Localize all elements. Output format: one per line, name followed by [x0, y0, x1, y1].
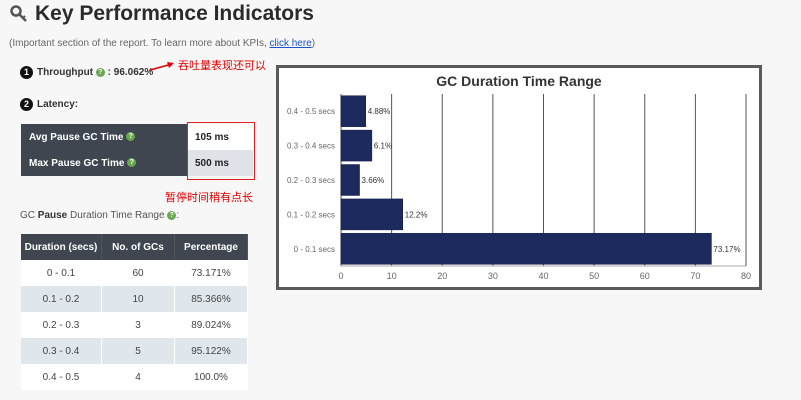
help-icon[interactable]: ?	[127, 158, 137, 168]
y-category-label: 0.3 - 0.4 secs	[287, 142, 335, 151]
table-row: 0.2 - 0.3 3 89.024%	[21, 312, 248, 338]
x-tick-label: 10	[387, 271, 397, 281]
throughput-row: 1 Throughput ? : 96.062%	[20, 66, 153, 79]
y-category-label: 0.4 - 0.5 secs	[287, 107, 335, 116]
chart-title: GC Duration Time Range	[436, 73, 602, 89]
step-number-2: 2	[20, 98, 33, 111]
y-category-label: 0.2 - 0.3 secs	[287, 176, 335, 185]
help-icon[interactable]: ?	[95, 68, 105, 77]
x-tick-label: 50	[589, 271, 599, 281]
column-header: Percentage	[174, 234, 248, 260]
gc-duration-table: Duration (secs) No. of GCs Percentage 0 …	[21, 234, 248, 390]
column-header: Duration (secs)	[21, 234, 102, 260]
subtitle-close: )	[311, 38, 316, 49]
bar-data-label: 4.88%	[368, 107, 391, 116]
throughput-label: Throughput	[37, 67, 94, 79]
gc-duration-chart: GC Duration Time Range 0 10 20 30 40 50 60 70 80 0…	[276, 65, 762, 290]
table-cell: 0.2 - 0.3	[21, 312, 102, 338]
table-row: 0.1 - 0.2 10 85.366%	[21, 286, 248, 312]
gc-range-heading: GC Pause Duration Time Range ?:	[20, 210, 180, 221]
table-cell: 4	[101, 364, 175, 390]
table-cell: 0.3 - 0.4	[21, 338, 102, 364]
table-cell: 5	[101, 338, 175, 364]
table-cell: 0.1 - 0.2	[21, 286, 102, 312]
x-tick-label: 60	[640, 271, 650, 281]
table-cell: 0 - 0.1	[21, 260, 102, 286]
gc-range-prefix: GC	[20, 210, 35, 221]
avg-pause-label-cell: Avg Pause GC Time ?	[21, 124, 187, 150]
max-pause-label-cell: Max Pause GC Time ?	[21, 150, 187, 176]
bar	[340, 233, 712, 265]
table-cell: 0.4 - 0.5	[21, 364, 102, 390]
table-cell: 89.024%	[174, 312, 248, 338]
y-category-label: 0 - 0.1 secs	[294, 245, 335, 254]
gc-range-bold: Pause	[37, 210, 68, 221]
table-row: 0.4 - 0.5 4 100.0%	[21, 364, 248, 390]
max-pause-label: Max Pause GC Time	[29, 157, 125, 169]
x-tick-label: 70	[690, 271, 700, 281]
latency-annotation: 暂停时间稍有点长	[165, 191, 253, 204]
table-cell: 85.366%	[174, 286, 248, 312]
page-subtitle: (Important section of the report. To lea…	[9, 38, 315, 49]
bar	[340, 164, 360, 196]
avg-pause-label: Avg Pause GC Time	[29, 131, 124, 143]
table-row: 0.3 - 0.4 5 95.122%	[21, 338, 248, 364]
table-cell: 3	[101, 312, 175, 338]
latency-row: 2 Latency:	[20, 98, 78, 111]
table-row: 0 - 0.1 60 73.171%	[21, 260, 248, 286]
x-tick-label: 0	[338, 271, 343, 281]
subtitle-text: (Important section of the report. To lea…	[9, 38, 267, 49]
gc-range-suffix: Duration Time Range	[70, 210, 165, 221]
key-icon	[10, 5, 27, 22]
highlight-box	[187, 122, 255, 180]
x-tick-label: 30	[488, 271, 498, 281]
bar-data-label: 73.17%	[713, 245, 740, 254]
step-number-1: 1	[20, 66, 33, 79]
column-header: No. of GCs	[101, 234, 175, 260]
bar-data-label: 12.2%	[405, 210, 428, 219]
table-cell: 73.171%	[174, 260, 248, 286]
page-title-row: Key Performance Indicators	[9, 2, 314, 26]
page-title: Key Performance Indicators	[35, 2, 314, 25]
bar-data-label: 6.1%	[374, 142, 392, 151]
bar-data-label: 3.66%	[362, 176, 385, 185]
kpi-help-link[interactable]: click here	[270, 38, 312, 49]
bar	[340, 198, 404, 231]
table-cell: 95.122%	[174, 338, 248, 364]
throughput-annotation: 吞吐量表现还可以	[178, 59, 266, 72]
help-icon[interactable]: ?	[126, 132, 136, 142]
x-tick-label: 20	[437, 271, 447, 281]
x-tick-label: 40	[538, 271, 548, 281]
table-cell: 60	[101, 260, 175, 286]
help-icon[interactable]: ?	[167, 210, 177, 220]
bar	[340, 129, 373, 162]
x-tick-label: 80	[741, 271, 751, 281]
y-category-label: 0.1 - 0.2 secs	[287, 210, 335, 219]
latency-label: Latency:	[37, 99, 79, 111]
arrow-icon	[149, 62, 174, 71]
table-cell: 100.0%	[174, 364, 248, 390]
chart-canvas: GC Duration Time Range 0 10 20 30 40 50 60 70 80 0…	[287, 73, 751, 281]
throughput-value: : 96.062%	[107, 67, 154, 79]
bar	[340, 95, 366, 127]
table-header-row: Duration (secs) No. of GCs Percentage	[21, 234, 248, 260]
table-cell: 10	[101, 286, 175, 312]
